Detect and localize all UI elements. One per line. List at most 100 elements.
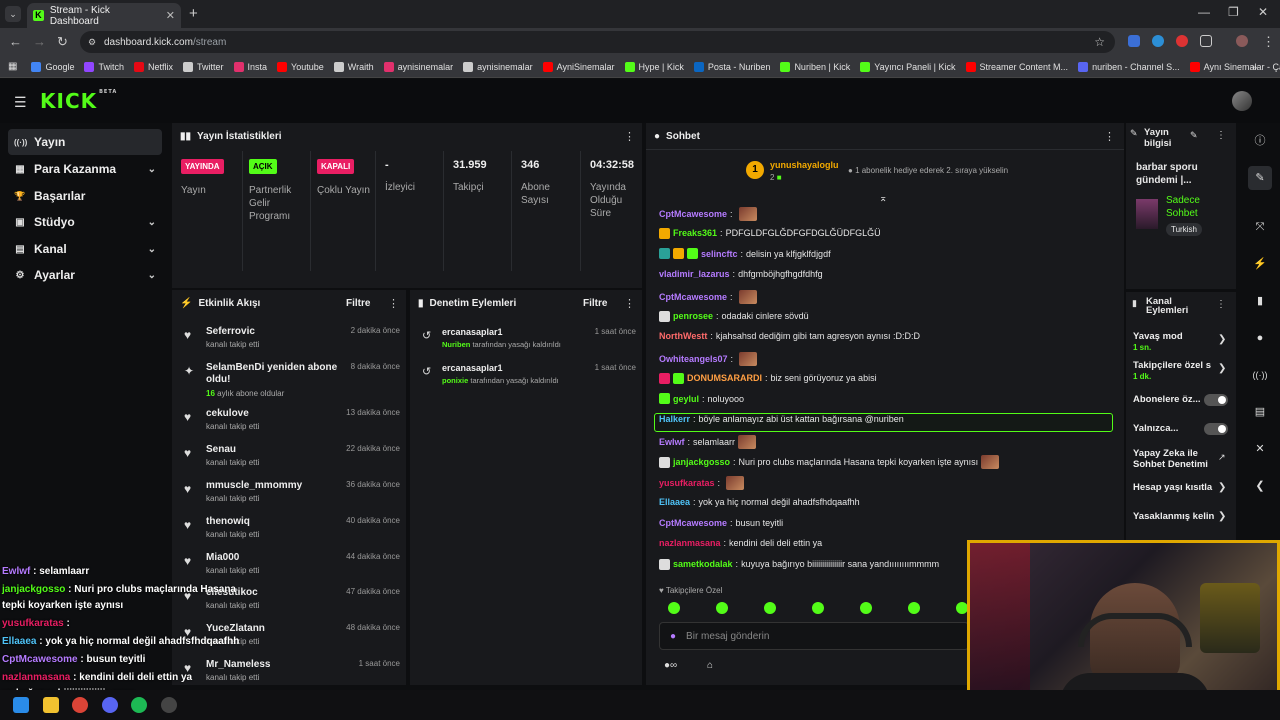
bookmarks-overflow-icon[interactable]: » (1252, 62, 1257, 72)
bookmark-item[interactable]: Insta (233, 61, 267, 72)
chat-username[interactable]: nazlanmasana (659, 538, 721, 548)
more-menu-icon[interactable]: ⋮ (1104, 130, 1115, 143)
bookmark-item[interactable]: Yayıncı Paneli | Kick (860, 61, 956, 72)
menu-hamburger-icon[interactable]: ☰ (14, 94, 27, 111)
chat-username[interactable]: selincftc (701, 249, 738, 259)
more-menu-icon[interactable]: ⋮ (1216, 130, 1226, 141)
reload-button[interactable]: ↻ (57, 34, 68, 50)
share-icon[interactable]: ❮ (1248, 474, 1272, 498)
bookmark-item[interactable]: Youtube (277, 61, 324, 72)
quick-emote[interactable] (716, 602, 728, 614)
profile-avatar[interactable] (1236, 35, 1248, 47)
chat-username[interactable]: Owhiteangels07 (659, 354, 728, 364)
bookmark-item[interactable]: Posta - Nuriben (693, 61, 770, 72)
bookmark-item[interactable]: nuriben - Channel S... (1078, 61, 1180, 72)
chevron-right-icon[interactable]: ❯ (1218, 482, 1226, 493)
bookmark-star-icon[interactable]: ☆ (1094, 35, 1105, 49)
chat-username[interactable]: vladimir_lazarus (659, 269, 730, 279)
bookmark-item[interactable]: aynisinemalar (463, 61, 533, 72)
bookmark-item[interactable]: Twitch (84, 61, 124, 72)
file-explorer-icon[interactable] (43, 697, 59, 713)
apps-grid-icon[interactable]: ▦ (8, 61, 17, 72)
bookmark-item[interactable]: aynisinemalar (383, 61, 453, 72)
edit-icon[interactable]: ✎ (1190, 130, 1198, 141)
more-menu-icon[interactable]: ⋮ (388, 297, 399, 310)
bookmark-item[interactable]: Netflix (134, 61, 173, 72)
chrome-icon[interactable] (72, 697, 88, 713)
extension-globe-icon[interactable] (1152, 35, 1164, 47)
chevron-right-icon[interactable]: ❯ (1218, 363, 1226, 374)
back-button[interactable]: ← (9, 34, 22, 49)
emote-only-toggle[interactable] (1204, 423, 1228, 435)
chat-username[interactable]: DONUMSARARDI (687, 373, 762, 383)
filter-button[interactable]: Filtre (346, 298, 370, 309)
actions-icon[interactable]: ▤ (1248, 400, 1272, 424)
slow-mode-item[interactable]: Yavaş mod 1 sn. (1133, 331, 1183, 353)
bookmark-item[interactable]: AyniSinemalar (542, 61, 615, 72)
bookmark-item[interactable]: Hype | Kick (624, 61, 684, 72)
maximize-button[interactable]: ❐ (1228, 5, 1239, 19)
chevron-right-icon[interactable]: ❯ (1218, 511, 1226, 522)
chat-username[interactable]: CptMcawesome (659, 209, 727, 219)
bookmark-item[interactable]: Wraith (333, 61, 374, 72)
spotify-icon[interactable] (131, 697, 147, 713)
bookmark-item[interactable]: Google (31, 61, 74, 72)
quick-emote[interactable] (812, 602, 824, 614)
chat-username[interactable]: Ellaaea (659, 497, 690, 507)
banned-words-item[interactable]: Yasaklanmış kelin (1133, 511, 1214, 522)
quick-emote[interactable] (668, 602, 680, 614)
chat-username[interactable]: sametkodalak (673, 559, 733, 569)
category-name[interactable]: Sadece Sohbet (1166, 194, 1226, 220)
chat-username[interactable]: Ewlwf (659, 437, 685, 447)
bookmark-item[interactable]: Streamer Content M... (965, 61, 1068, 72)
quick-emote[interactable] (860, 602, 872, 614)
chat-username[interactable]: janjackgosso (673, 457, 730, 467)
account-age-item[interactable]: Hesap yaşı kısıtla (1133, 482, 1212, 493)
obs-icon[interactable] (161, 697, 177, 713)
tab-close-icon[interactable]: ✕ (166, 9, 175, 22)
chat-username[interactable]: NorthWestt (659, 331, 707, 341)
browser-tab[interactable]: K Stream - Kick Dashboard ✕ (27, 3, 181, 28)
sidebar-item-basarilar[interactable]: 🏆 Başarılar (8, 183, 162, 209)
chat-username[interactable]: Halkerr (659, 414, 690, 424)
bookmark-item[interactable]: Aynı Sinemalar - Ça... (1189, 61, 1280, 72)
followers-only-item[interactable]: Takipçilere özel s1 dk. (1133, 360, 1213, 382)
extension-red-icon[interactable] (1176, 35, 1188, 47)
chat-username[interactable]: yusufkaratas (659, 478, 715, 488)
chat-username[interactable]: penrosee (673, 311, 713, 321)
expand-icon[interactable]: ⤧ (1248, 215, 1272, 239)
sidebar-item-ayarlar[interactable]: ⚙ Ayarlar ⌄ (8, 262, 162, 288)
subscribers-only-toggle[interactable] (1204, 394, 1228, 406)
window-close-button[interactable]: ✕ (1258, 5, 1268, 19)
extensions-puzzle-icon[interactable] (1200, 35, 1212, 47)
chevron-right-icon[interactable]: ❯ (1218, 334, 1226, 345)
discord-icon[interactable] (102, 697, 118, 713)
filter-button[interactable]: Filtre (583, 298, 607, 309)
chat-username[interactable]: CptMcawesome (659, 292, 727, 302)
url-bar[interactable]: ⚙ dashboard.kick.com/stream ☆ (80, 31, 1115, 53)
quick-emote[interactable] (908, 602, 920, 614)
collapse-icon[interactable]: ⌅ (879, 193, 887, 204)
bolt-icon[interactable]: ⚡ (1248, 252, 1272, 276)
chat-username[interactable]: Freaks361 (673, 228, 717, 238)
chat-icon[interactable]: ● (1248, 326, 1272, 350)
bookmark-item[interactable]: Twitter (183, 61, 224, 72)
broadcast-icon[interactable]: ((·)) (1248, 363, 1272, 387)
more-menu-icon[interactable]: ⋮ (624, 297, 635, 310)
start-icon[interactable] (13, 697, 29, 713)
sidebar-item-yayin[interactable]: ((·)) Yayın (8, 129, 162, 155)
new-tab-button[interactable]: + (189, 5, 198, 22)
tab-search-button[interactable]: ⌄ (5, 6, 21, 22)
more-menu-icon[interactable]: ⋮ (624, 130, 635, 143)
info-icon[interactable]: ⓘ (1248, 129, 1272, 153)
extension-shield-icon[interactable] (1128, 35, 1140, 47)
gifter-name[interactable]: yunushayaloglu (770, 160, 839, 170)
more-menu-icon[interactable]: ⋮ (1216, 299, 1226, 310)
quick-emote[interactable] (764, 602, 776, 614)
sidebar-item-kanal[interactable]: ▤ Kanal ⌄ (8, 236, 162, 262)
minimize-button[interactable]: — (1198, 5, 1210, 19)
bookmark-item[interactable]: Nuriben | Kick (780, 61, 850, 72)
chat-username[interactable]: CptMcawesome (659, 518, 727, 528)
ai-moderation-item[interactable]: Yapay Zeka ile Sohbet Denetimi (1133, 448, 1215, 470)
browser-menu-icon[interactable]: ⋮ (1262, 34, 1275, 50)
